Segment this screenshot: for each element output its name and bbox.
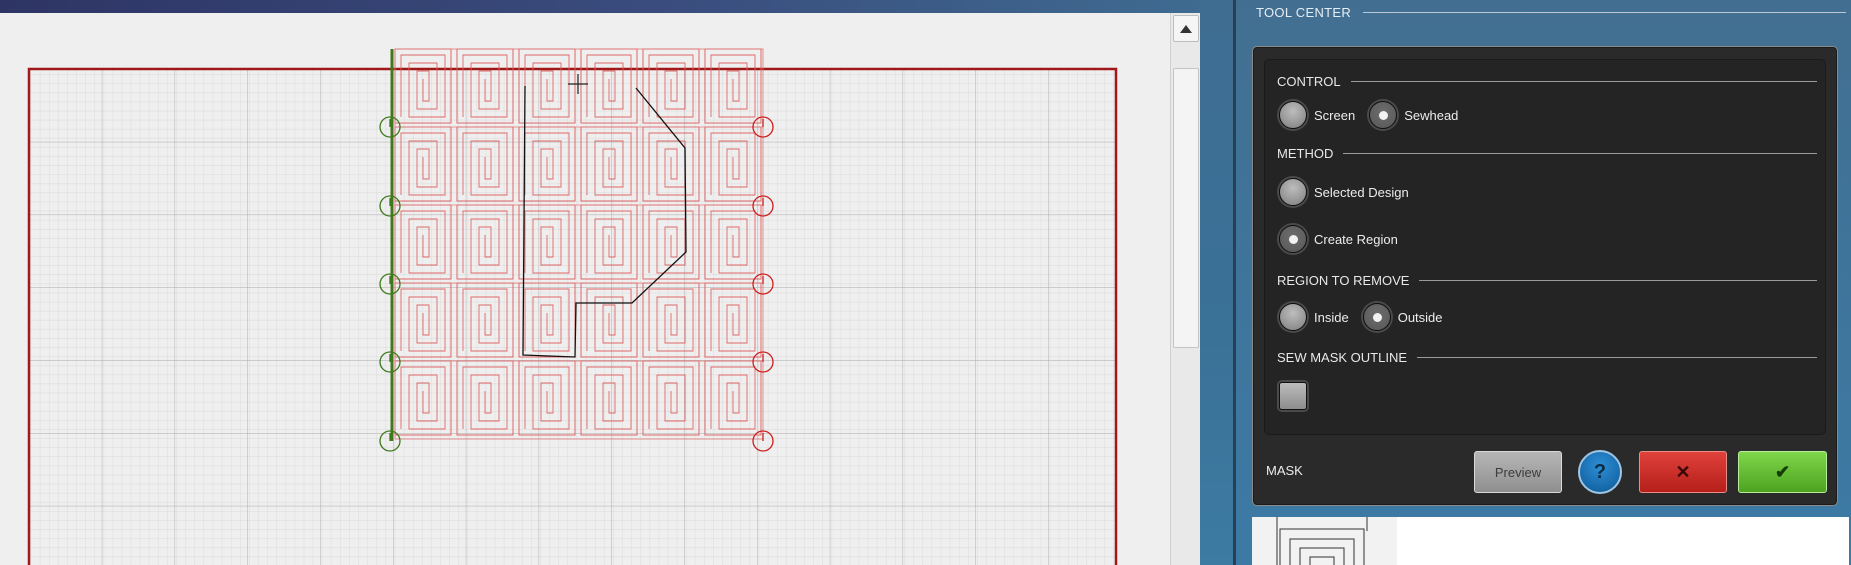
control-heading-label: CONTROL <box>1277 74 1341 89</box>
method-option-selected-design: Selected Design <box>1279 178 1423 206</box>
checkmark-icon: ✔ <box>1774 461 1791 482</box>
create-region-label[interactable]: Create Region <box>1314 232 1398 247</box>
scroll-thumb[interactable] <box>1173 68 1199 348</box>
triangle-up-icon <box>1180 24 1192 33</box>
design-thumbnail[interactable] <box>1252 517 1849 565</box>
selected-design-label[interactable]: Selected Design <box>1314 185 1409 200</box>
cancel-button[interactable]: ✕ <box>1639 451 1727 493</box>
preview-button[interactable]: Preview <box>1474 451 1562 493</box>
help-button[interactable]: ? <box>1578 450 1622 494</box>
screen-radio-label[interactable]: Screen <box>1314 108 1355 123</box>
outside-radio[interactable] <box>1362 303 1391 331</box>
sew-mask-heading: SEW MASK OUTLINE <box>1277 350 1817 365</box>
mask-dialog: CONTROL Screen Sewhead METHOD Selected D… <box>1252 46 1838 506</box>
outside-radio-label[interactable]: Outside <box>1398 310 1443 325</box>
sewhead-radio[interactable] <box>1369 101 1398 129</box>
vertical-scrollbar[interactable] <box>1170 13 1200 565</box>
sewhead-radio-label[interactable]: Sewhead <box>1404 108 1458 123</box>
method-heading-label: METHOD <box>1277 146 1334 161</box>
x-icon: ✕ <box>1675 461 1691 482</box>
tool-center-title: TOOL CENTER <box>1256 4 1352 20</box>
mask-tool-label: MASK <box>1266 463 1303 478</box>
sew-mask-heading-label: SEW MASK OUTLINE <box>1277 350 1408 365</box>
control-options: Screen Sewhead <box>1279 101 1472 129</box>
screen-radio[interactable] <box>1279 101 1307 129</box>
region-heading: REGION TO REMOVE <box>1277 273 1817 288</box>
ok-button[interactable]: ✔ <box>1738 451 1827 493</box>
tool-center-panel: TOOL CENTER CONTROL Screen Sewhead METHO… <box>1236 0 1851 565</box>
control-heading: CONTROL <box>1277 74 1817 89</box>
region-options: Inside Outside <box>1279 303 1457 331</box>
inside-radio[interactable] <box>1279 303 1307 331</box>
region-heading-label: REGION TO REMOVE <box>1277 273 1410 288</box>
panel-gutter <box>1200 0 1235 565</box>
canvas-drawing[interactable] <box>0 13 1170 565</box>
inside-radio-label[interactable]: Inside <box>1314 310 1349 325</box>
hoop-grid <box>29 69 1116 565</box>
method-option-create-region: Create Region <box>1279 225 1412 253</box>
scroll-up-button[interactable] <box>1173 15 1199 42</box>
sew-mask-outline-checkbox[interactable] <box>1279 382 1307 410</box>
create-region-radio[interactable] <box>1279 225 1307 253</box>
selected-design-radio[interactable] <box>1279 178 1307 206</box>
method-heading: METHOD <box>1277 146 1817 161</box>
question-icon: ? <box>1593 460 1607 483</box>
tool-center-header: TOOL CENTER <box>1256 3 1846 21</box>
top-title-strip <box>0 0 1235 13</box>
design-canvas[interactable] <box>0 13 1170 565</box>
header-rule <box>1363 11 1846 13</box>
mask-options: CONTROL Screen Sewhead METHOD Selected D… <box>1264 59 1826 435</box>
thumbnail-drawing <box>1252 517 1397 565</box>
